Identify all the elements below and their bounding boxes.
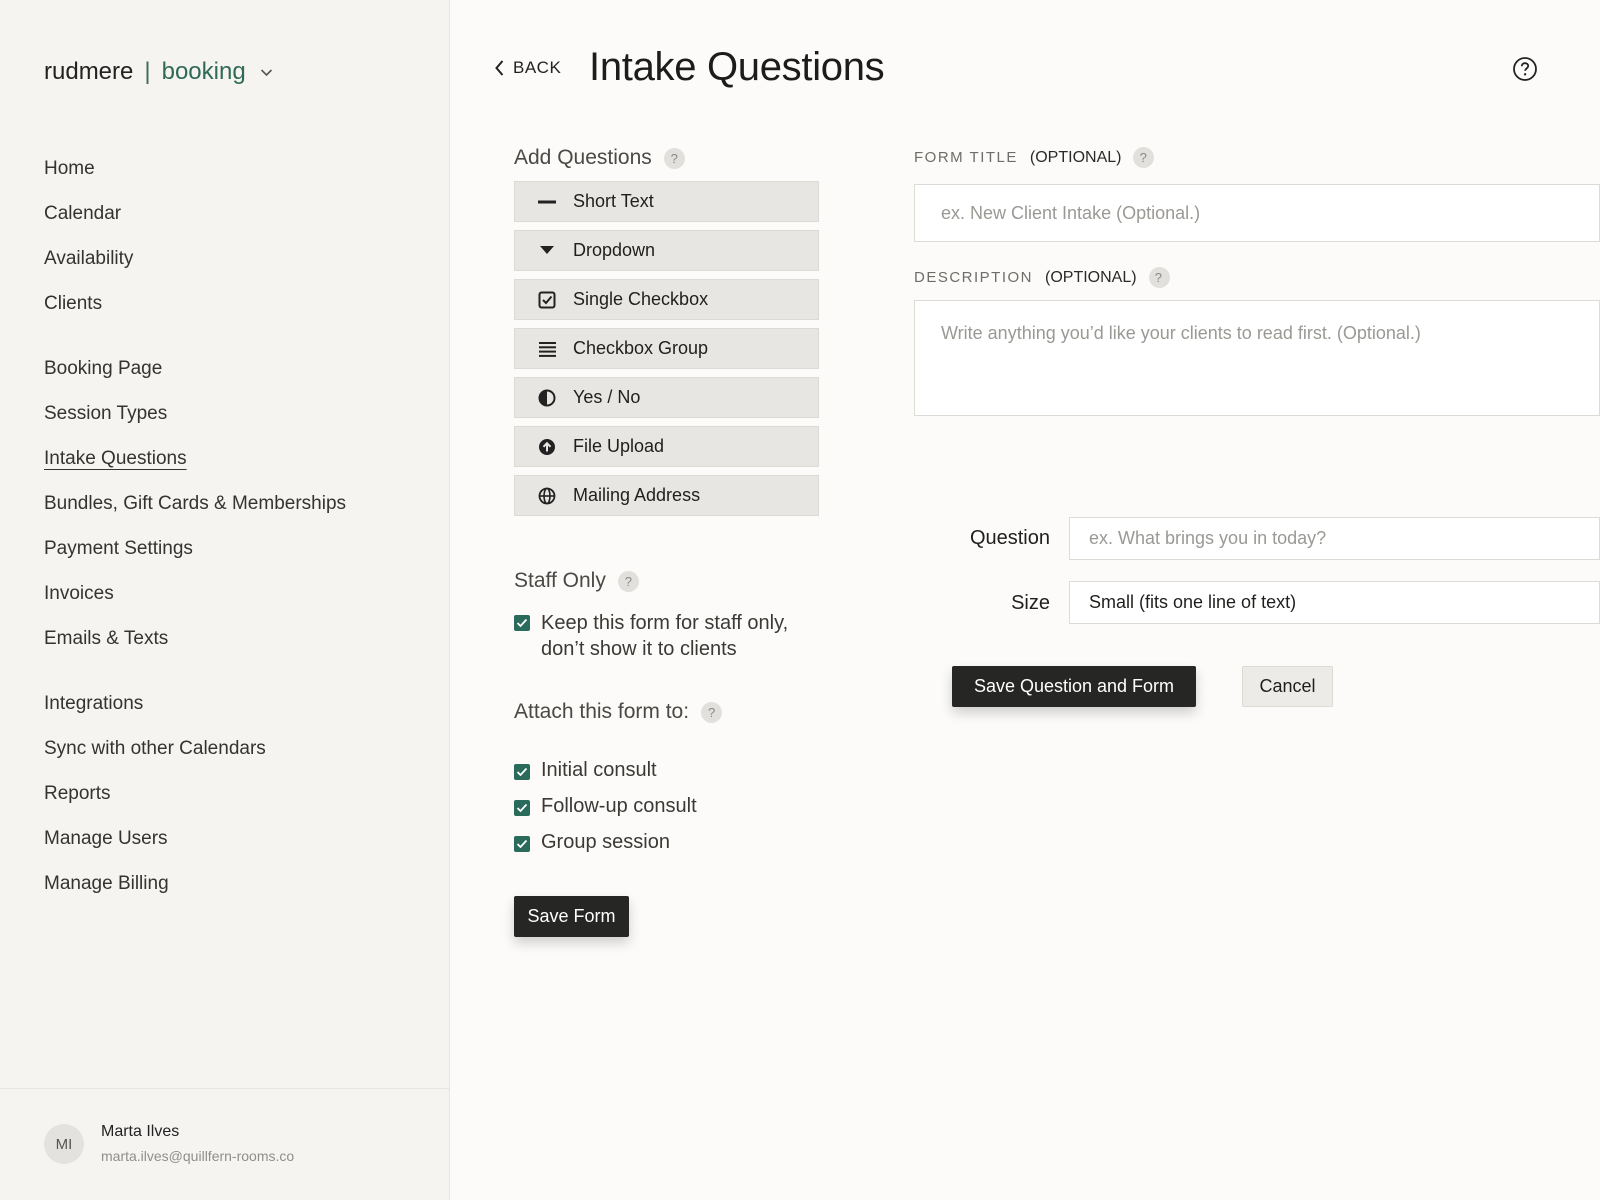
save-form-button[interactable]: Save Form <box>514 896 629 937</box>
session-label: Follow-up consult <box>541 795 697 817</box>
staff-only-text-line2: don’t show it to clients <box>541 638 737 660</box>
optional-tag: (OPTIONAL) <box>1045 268 1137 286</box>
page-title: Intake Questions <box>589 45 885 89</box>
user-email: marta.ilves@quillfern-rooms.co <box>101 1148 295 1164</box>
add-mailing-address-button[interactable]: Mailing Address <box>514 475 819 516</box>
session-label: Initial consult <box>541 759 657 781</box>
cancel-button[interactable]: Cancel <box>1242 666 1333 707</box>
sidebar-item-emails-texts[interactable]: Emails & Texts <box>44 625 346 670</box>
session-option: Group session <box>514 831 670 854</box>
check-icon <box>516 839 528 849</box>
chevron-down-icon[interactable] <box>260 65 274 79</box>
back-label: BACK <box>513 58 562 77</box>
brand-switcher[interactable]: rudmere | booking <box>44 58 274 86</box>
check-icon <box>516 618 528 628</box>
sidebar-item-reports[interactable]: Reports <box>44 780 266 825</box>
triangle-down-icon <box>537 241 557 261</box>
staff-only-heading: Staff Only ? <box>514 569 639 593</box>
check-icon <box>516 803 528 813</box>
add-questions-label: Add Questions <box>514 146 652 169</box>
back-button[interactable]: BACK <box>494 58 561 78</box>
sidebar-item-bundles[interactable]: Bundles, Gift Cards & Memberships <box>44 490 346 535</box>
save-question-button[interactable]: Save Question and Form <box>952 666 1196 707</box>
question-type-list: Short Text Dropdown Single Checkbox Chec… <box>514 181 819 524</box>
add-file-upload-button[interactable]: File Upload <box>514 426 819 467</box>
brand-separator: | <box>144 58 151 85</box>
brand-product: booking <box>161 58 246 85</box>
add-checkbox-group-button[interactable]: Checkbox Group <box>514 328 819 369</box>
sidebar-item-manage-billing[interactable]: Manage Billing <box>44 870 266 915</box>
sidebar-item-availability[interactable]: Availability <box>44 245 133 290</box>
session-checkbox[interactable] <box>514 836 530 852</box>
session-label: Group session <box>541 831 670 853</box>
sidebar-item-home[interactable]: Home <box>44 155 133 200</box>
help-circle-icon[interactable] <box>1512 56 1538 82</box>
sidebar-item-integrations[interactable]: Integrations <box>44 690 266 735</box>
add-yes-no-button[interactable]: Yes / No <box>514 377 819 418</box>
sidebar-item-session-types[interactable]: Session Types <box>44 400 346 445</box>
description-textarea[interactable]: Write anything you’d like your clients t… <box>914 300 1600 416</box>
sidebar-item-calendar[interactable]: Calendar <box>44 200 133 245</box>
size-label: Size <box>1011 592 1050 614</box>
check-icon <box>516 767 528 777</box>
staff-only-text: Keep this form for staff only, don’t sho… <box>541 610 788 662</box>
add-questions-heading: Add Questions ? <box>514 146 685 170</box>
description-label: DESCRIPTION (OPTIONAL) ? <box>914 267 1170 288</box>
globe-icon <box>537 486 557 506</box>
user-name: Marta Ilves <box>101 1123 180 1140</box>
user-profile[interactable]: MI Marta Ilves marta.ilves@quillfern-roo… <box>0 1088 449 1200</box>
staff-only-label: Staff Only <box>514 569 606 592</box>
session-option: Initial consult <box>514 759 657 782</box>
staff-only-text-line1: Keep this form for staff only, <box>541 612 789 634</box>
sidebar-item-booking-page[interactable]: Booking Page <box>44 355 346 400</box>
size-select[interactable]: Small (fits one line of text) <box>1069 581 1600 624</box>
form-title-label: FORM TITLE (OPTIONAL) ? <box>914 147 1155 168</box>
list-icon <box>537 339 557 359</box>
nav-group-booking: Booking Page Session Types Intake Questi… <box>44 355 346 670</box>
dash-icon <box>537 192 557 212</box>
attach-heading: Attach this form to: ? <box>514 700 723 724</box>
sidebar-item-payment-settings[interactable]: Payment Settings <box>44 535 346 580</box>
add-short-text-button[interactable]: Short Text <box>514 181 819 222</box>
sidebar-item-sync-calendars[interactable]: Sync with other Calendars <box>44 735 266 780</box>
nav-group-settings: Integrations Sync with other Calendars R… <box>44 690 266 915</box>
form-title-input[interactable]: ex. New Client Intake (Optional.) <box>914 184 1600 242</box>
nav-group-main: Home Calendar Availability Clients <box>44 155 133 335</box>
help-icon[interactable]: ? <box>617 570 639 592</box>
help-icon[interactable]: ? <box>1148 267 1170 288</box>
upload-icon <box>537 437 557 457</box>
staff-only-checkbox[interactable] <box>514 615 530 631</box>
session-option: Follow-up consult <box>514 795 697 818</box>
optional-tag: (OPTIONAL) <box>1029 148 1122 166</box>
sidebar: rudmere | booking Home Calendar Availabi… <box>0 0 450 1200</box>
session-checkbox[interactable] <box>514 764 530 780</box>
chevron-left-icon <box>495 60 504 76</box>
checkbox-icon <box>537 290 557 310</box>
question-input[interactable]: ex. What brings you in today? <box>1069 517 1600 560</box>
staff-only-option: Keep this form for staff only, don’t sho… <box>514 610 788 662</box>
add-single-checkbox-button[interactable]: Single Checkbox <box>514 279 819 320</box>
sidebar-item-invoices[interactable]: Invoices <box>44 580 346 625</box>
half-circle-icon <box>537 388 557 408</box>
attach-label: Attach this form to: <box>514 700 690 723</box>
session-checkbox[interactable] <box>514 800 530 816</box>
help-icon[interactable]: ? <box>1133 147 1155 168</box>
question-label: Question <box>969 527 1050 549</box>
sidebar-item-clients[interactable]: Clients <box>44 290 133 335</box>
sidebar-item-intake-questions[interactable]: Intake Questions <box>44 445 346 490</box>
help-icon[interactable]: ? <box>663 147 685 169</box>
add-dropdown-button[interactable]: Dropdown <box>514 230 819 271</box>
avatar: MI <box>44 1124 84 1164</box>
help-icon[interactable]: ? <box>701 701 723 723</box>
sidebar-item-manage-users[interactable]: Manage Users <box>44 825 266 870</box>
brand-name: rudmere <box>44 58 134 85</box>
